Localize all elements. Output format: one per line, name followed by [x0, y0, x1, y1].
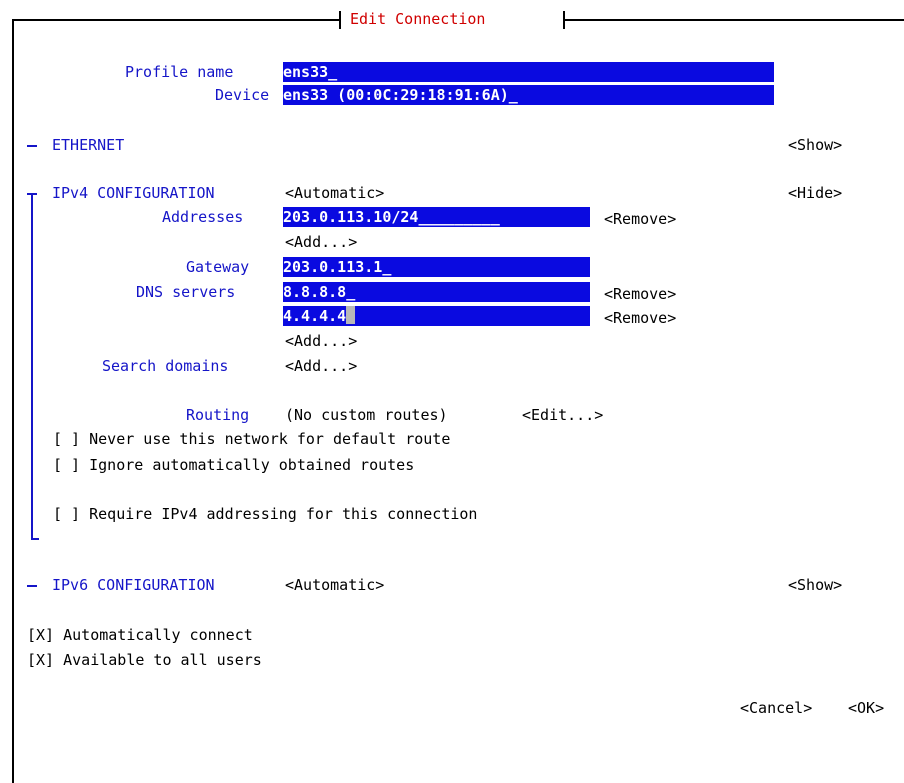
- gateway-label: Gateway: [186, 258, 250, 276]
- routing-value: (No custom routes): [285, 406, 448, 424]
- address-field[interactable]: 203.0.113.10/24_________: [283, 207, 590, 227]
- address-remove-button[interactable]: <Remove>: [604, 209, 676, 229]
- dns-remove-button-1[interactable]: <Remove>: [604, 284, 676, 304]
- cancel-button[interactable]: <Cancel>: [740, 698, 812, 718]
- frame-top-left: [12, 19, 339, 21]
- all-users-checkbox[interactable]: [X] Available to all users: [27, 650, 262, 670]
- ipv6-collapse-icon[interactable]: [27, 585, 37, 587]
- search-domains-label: Search domains: [102, 357, 229, 375]
- title-bracket-left: [339, 11, 341, 29]
- address-padding: _________: [418, 208, 500, 226]
- routing-edit-button[interactable]: <Edit...>: [522, 405, 603, 425]
- text-cursor: [346, 306, 356, 324]
- gateway-field[interactable]: 203.0.113.1_: [283, 257, 590, 277]
- ethernet-show-button[interactable]: <Show>: [788, 135, 842, 155]
- ipv4-section-end: [31, 538, 39, 540]
- add-address-button[interactable]: <Add...>: [285, 232, 357, 252]
- address-value: 203.0.113.10/24: [283, 208, 419, 226]
- dialog-title: Edit Connection: [350, 10, 486, 28]
- profile-name-label: Profile name: [125, 63, 234, 81]
- dns-field-1[interactable]: 8.8.8.8_: [283, 282, 590, 302]
- add-search-domain-button[interactable]: <Add...>: [285, 356, 357, 376]
- device-field[interactable]: ens33 (00:0C:29:18:91:6A)_: [283, 85, 774, 105]
- ok-button[interactable]: <OK>: [848, 698, 884, 718]
- frame-left: [12, 19, 14, 783]
- require-ipv4-checkbox[interactable]: [ ] Require IPv4 addressing for this con…: [53, 504, 477, 524]
- ipv4-label: IPv4 CONFIGURATION: [52, 184, 215, 202]
- ethernet-collapse-icon[interactable]: [27, 145, 37, 147]
- ignore-routes-checkbox[interactable]: [ ] Ignore automatically obtained routes: [53, 455, 414, 475]
- ipv6-label: IPv6 CONFIGURATION: [52, 576, 215, 594]
- ipv4-section-bar: [31, 195, 33, 540]
- ipv4-mode-button[interactable]: <Automatic>: [285, 183, 384, 203]
- frame-top-right: [563, 19, 904, 21]
- routing-label: Routing: [186, 406, 250, 424]
- ipv6-mode-button[interactable]: <Automatic>: [285, 575, 384, 595]
- ipv6-show-button[interactable]: <Show>: [788, 575, 842, 595]
- dns-value-2: 4.4.4.4: [283, 307, 347, 325]
- dns-label: DNS servers: [136, 283, 236, 301]
- ethernet-label: ETHERNET: [52, 136, 125, 154]
- profile-name-field[interactable]: ens33_: [283, 62, 774, 82]
- auto-connect-checkbox[interactable]: [X] Automatically connect: [27, 625, 253, 645]
- add-dns-button[interactable]: <Add...>: [285, 331, 357, 351]
- never-default-route-checkbox[interactable]: [ ] Never use this network for default r…: [53, 429, 450, 449]
- dns-remove-button-2[interactable]: <Remove>: [604, 308, 676, 328]
- ipv4-hide-button[interactable]: <Hide>: [788, 183, 842, 203]
- device-label: Device: [215, 86, 270, 104]
- dns-field-2[interactable]: 4.4.4.4: [283, 306, 590, 326]
- addresses-label: Addresses: [162, 208, 244, 226]
